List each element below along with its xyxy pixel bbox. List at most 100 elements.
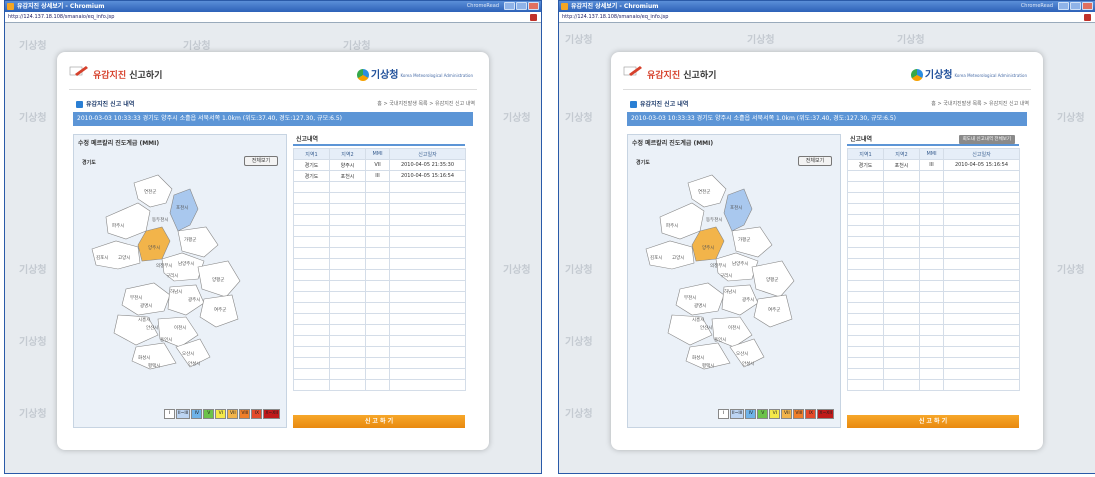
table-row xyxy=(847,357,1020,369)
table-cell xyxy=(919,346,944,358)
watermark: 기상청 xyxy=(503,265,531,276)
table-cell xyxy=(847,247,884,259)
gyeonggi-map[interactable]: 연천군포천시동두천시파주시양주시 가평군김포시 고양시의정부시 남양주시구리시하남시 양… xyxy=(632,169,802,374)
legend-swatch: IX xyxy=(251,409,263,419)
whole-view-button[interactable]: 전체보기 xyxy=(244,156,278,166)
table-cell xyxy=(847,225,884,237)
map-district-label: 안산시 xyxy=(700,324,712,331)
extension-icon[interactable] xyxy=(1084,14,1091,21)
table-cell xyxy=(389,291,466,303)
table-cell xyxy=(365,313,390,325)
table-cell xyxy=(883,170,920,182)
table-row xyxy=(293,269,466,281)
table-row[interactable]: 경기도 포천시 III 2010-04-05 15:16:54 xyxy=(847,159,1020,171)
map-district-label: 연천군 xyxy=(698,188,710,195)
map-district-label: 동두천시 xyxy=(152,216,169,223)
all-reports-button[interactable]: 회도내 신고내역 전체보기 xyxy=(958,135,1015,144)
legend-swatch: V xyxy=(757,409,769,419)
table-cell xyxy=(919,181,944,193)
table-cell: 경기도 xyxy=(293,159,330,171)
table-cell xyxy=(943,313,1020,325)
table-cell xyxy=(365,379,390,391)
map-district-label: 광명시 xyxy=(694,302,706,309)
col-header: 신고일자 xyxy=(389,148,466,160)
table-cell xyxy=(365,269,390,281)
table-cell xyxy=(329,192,366,204)
submit-report-button[interactable]: 신 고 하 기 xyxy=(847,415,1019,428)
table-row xyxy=(847,302,1020,314)
table-row xyxy=(847,291,1020,303)
table-cell xyxy=(329,258,366,270)
legend-swatch: X~XII xyxy=(817,409,834,419)
map-district-label: 고양시 xyxy=(118,254,130,261)
table-cell xyxy=(919,225,944,237)
col-header: MMI xyxy=(919,148,944,160)
url-bar[interactable]: http://124.137.18.108/smanaio/eq_info.js… xyxy=(559,12,1095,23)
table-cell xyxy=(847,335,884,347)
table-cell xyxy=(365,258,390,270)
report-panel: 신고내역 지역1 지역2 MMI 신고일자 경기도 양주시 VII 2010-04-0… xyxy=(293,134,466,428)
table-cell xyxy=(847,291,884,303)
table-cell xyxy=(293,225,330,237)
table-cell xyxy=(389,379,466,391)
table-cell xyxy=(329,247,366,259)
map-district[interactable] xyxy=(645,240,695,270)
extension-icon[interactable] xyxy=(530,14,537,21)
map-district-label: 광명시 xyxy=(140,302,152,309)
region-label: 경기도 xyxy=(636,160,650,166)
table-cell xyxy=(293,302,330,314)
minimize-icon[interactable] xyxy=(504,2,515,10)
table-cell xyxy=(365,203,390,215)
map-district-label: 파주시 xyxy=(666,222,678,229)
maximize-icon[interactable] xyxy=(516,2,527,10)
table-cell xyxy=(919,357,944,369)
table-cell xyxy=(847,236,884,248)
legend-swatch: VIII xyxy=(793,409,805,419)
table-row xyxy=(293,291,466,303)
table-cell xyxy=(847,181,884,193)
table-cell xyxy=(329,280,366,292)
legend-swatch: VII xyxy=(781,409,793,419)
map-district-label: 부천시 xyxy=(130,294,142,301)
whole-view-button[interactable]: 전체보기 xyxy=(798,156,832,166)
col-header: 지역1 xyxy=(847,148,884,160)
table-cell xyxy=(293,269,330,281)
maximize-icon[interactable] xyxy=(1070,2,1081,10)
table-cell xyxy=(329,313,366,325)
table-row[interactable]: 경기도 포천시 III 2010-04-05 15:16:54 xyxy=(293,170,466,182)
report-panel: 신고내역 회도내 신고내역 전체보기 지역1 지역2 MMI 신고일자 경기도 포천… xyxy=(847,134,1020,428)
close-icon[interactable] xyxy=(528,2,539,10)
close-icon[interactable] xyxy=(1082,2,1093,10)
submit-report-button[interactable]: 신 고 하 기 xyxy=(293,415,465,428)
watermark: 기상청 xyxy=(565,337,593,348)
table-cell: 양주시 xyxy=(329,159,366,171)
table-row xyxy=(847,225,1020,237)
brand-label: ChromeRead xyxy=(466,3,499,9)
legend-swatch: VI xyxy=(769,409,781,419)
map-district[interactable] xyxy=(105,202,151,240)
dialog-header: 유감지진 신고하기 기상청 Korea Meteorological Admini… xyxy=(69,58,477,90)
map-district-label: 광주시 xyxy=(188,296,200,303)
table-row xyxy=(293,313,466,325)
dialog-title: 유감지진 신고하기 xyxy=(93,71,163,81)
legend-swatch: II~III xyxy=(175,409,191,419)
table-cell xyxy=(389,302,466,314)
gyeonggi-map[interactable]: 연천군포천시동두천시파주시양주시 가평군김포시 고양시의정부시 남양주시구리시하남시 양… xyxy=(78,169,248,374)
table-cell: III xyxy=(919,159,944,171)
table-cell xyxy=(847,324,884,336)
table-cell xyxy=(943,302,1020,314)
map-district[interactable] xyxy=(659,202,705,240)
url-bar[interactable]: http://124.137.18.108/smanaio/eq_info.js… xyxy=(5,12,541,23)
table-row xyxy=(847,170,1020,182)
table-cell xyxy=(919,258,944,270)
table-row[interactable]: 경기도 양주시 VII 2010-04-05 21:35:30 xyxy=(293,159,466,171)
table-cell xyxy=(365,368,390,380)
watermark: 기상청 xyxy=(565,409,593,420)
report-table: 지역1 지역2 MMI 신고일자 경기도 포천시 III 2010-04-05 15:… xyxy=(847,148,1020,391)
table-cell xyxy=(883,379,920,391)
browser-window: 유감지진 상세보기 - Chromium ChromeRead http://1… xyxy=(4,0,542,474)
map-district[interactable] xyxy=(91,240,141,270)
minimize-icon[interactable] xyxy=(1058,2,1069,10)
table-row xyxy=(293,368,466,380)
table-cell xyxy=(883,269,920,281)
